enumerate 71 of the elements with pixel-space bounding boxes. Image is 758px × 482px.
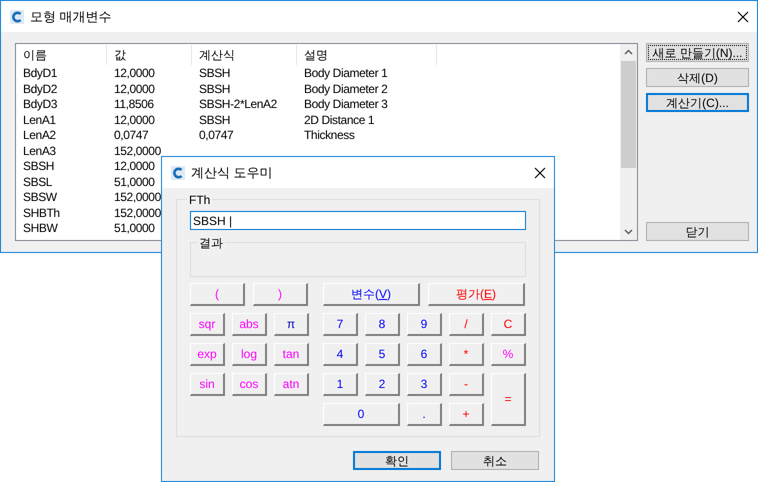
button[interactable]: 삭제(D) — [646, 68, 749, 87]
table-cell: SBSH — [199, 82, 230, 97]
table-cell: 2D Distance 1 — [304, 112, 374, 128]
button[interactable]: 취소 — [451, 451, 539, 470]
table-cell: SBSH-2*LenA2 — [199, 97, 277, 112]
table-cell: 0,0747 — [114, 128, 148, 144]
table-cell: LenA2 — [23, 128, 56, 144]
key-button[interactable]: 3 — [407, 373, 442, 396]
table-cell: 12,0000 — [114, 82, 155, 97]
table-cell: SBSH — [199, 66, 230, 82]
table-cell: Body Diameter 2 — [304, 82, 388, 97]
table-cell: 0,0747 — [199, 128, 234, 144]
column-header[interactable]: 설명 — [297, 45, 437, 65]
column-header[interactable]: 이름 — [16, 45, 107, 65]
window-title: 모형 매개변수 — [30, 8, 113, 26]
table-cell: SBSH — [23, 159, 54, 174]
key-button[interactable]: π — [274, 313, 309, 336]
scroll-thumb[interactable] — [621, 61, 636, 168]
key-button[interactable]: 7 — [323, 313, 358, 336]
key-button[interactable]: . — [407, 403, 442, 426]
key-button[interactable]: 4 — [323, 343, 358, 366]
button[interactable]: 계산기(C)... — [646, 93, 749, 112]
table-cell: LenA1 — [23, 112, 56, 128]
key-button[interactable]: 6 — [407, 343, 442, 366]
table-cell: SBSW — [23, 190, 57, 206]
table-cell: 51,0000 — [114, 174, 155, 190]
key-button[interactable]: 5 — [365, 343, 400, 366]
expression-field[interactable]: SBSH | — [190, 211, 526, 230]
table-cell: SHBTh — [23, 206, 60, 221]
table-cell: SHBW — [23, 221, 58, 236]
table-cell: 51,0000 — [114, 221, 155, 236]
table-cell: SBSL — [23, 174, 52, 190]
key-button[interactable]: 9 — [407, 313, 442, 336]
table-cell: LenA3 — [23, 144, 56, 159]
key-button[interactable]: + — [449, 403, 484, 426]
key-button[interactable]: 2 — [365, 373, 400, 396]
table-cell: BdyD1 — [23, 66, 58, 82]
table-cell: 11,8506 — [114, 97, 154, 112]
key-button[interactable]: = — [491, 373, 526, 426]
key-button[interactable]: 1 — [323, 373, 358, 396]
table-cell: 12,0000 — [114, 112, 155, 128]
key-button[interactable]: * — [449, 343, 484, 366]
window-title: 계산식 도우미 — [191, 164, 274, 182]
close-button[interactable]: 닫기 — [646, 222, 749, 241]
close-icon[interactable] — [534, 166, 546, 178]
key-button[interactable]: - — [449, 373, 484, 396]
button[interactable]: 새로 만들기(N)... — [646, 43, 749, 62]
key-button[interactable]: 변수(V) — [323, 283, 420, 306]
table-cell: BdyD2 — [23, 82, 58, 97]
table-cell: 12,0000 — [114, 159, 155, 174]
table-cell: SBSH — [199, 112, 230, 128]
close-icon[interactable] — [737, 10, 749, 22]
key-button[interactable]: 평가(E) — [428, 283, 525, 306]
table-cell: 152,0000 — [114, 190, 161, 206]
table-cell: Body Diameter 3 — [304, 97, 388, 112]
key-button[interactable]: 0 — [323, 403, 400, 426]
table-cell: 152,0000 — [114, 206, 161, 221]
key-button[interactable]: C — [491, 313, 526, 336]
column-header[interactable]: 값 — [107, 45, 192, 65]
app-icon — [171, 166, 185, 180]
app-icon — [10, 10, 24, 24]
table-cell: BdyD3 — [23, 97, 58, 112]
table-cell: Body Diameter 1 — [304, 66, 388, 82]
table-cell: 12,0000 — [114, 66, 155, 82]
key-button[interactable]: / — [449, 313, 484, 336]
scrollbar[interactable] — [620, 44, 637, 240]
table-cell: 152,0000 — [114, 144, 161, 159]
button[interactable]: 확인 — [353, 451, 441, 470]
key-button[interactable]: 8 — [365, 313, 400, 336]
column-header[interactable]: 계산식 — [192, 45, 297, 65]
table-cell: Thickness — [304, 128, 354, 144]
